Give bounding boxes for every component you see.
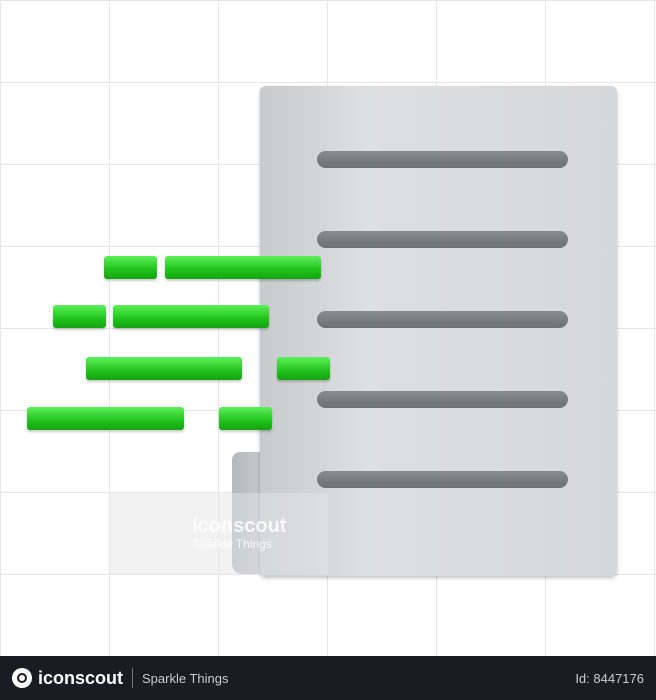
- green-bar: [277, 357, 330, 380]
- text-line: [317, 471, 568, 488]
- text-line: [317, 391, 568, 408]
- watermark: iconscout Sparkle Things: [110, 493, 328, 575]
- green-bar: [219, 407, 272, 430]
- green-bar: [104, 256, 157, 279]
- green-bar: [86, 357, 242, 380]
- text-line: [317, 151, 568, 168]
- watermark-brand: iconscout: [192, 515, 287, 537]
- green-bar: [165, 256, 321, 279]
- text-line: [317, 231, 568, 248]
- green-bar: [113, 305, 269, 328]
- footer-brand[interactable]: iconscout: [38, 668, 123, 689]
- footer-bar: iconscout Sparkle Things Id: 8447176: [0, 656, 656, 700]
- text-line: [317, 311, 568, 328]
- watermark-subtitle: Sparkle Things: [192, 537, 272, 551]
- iconscout-logo-icon: [12, 668, 32, 688]
- asset-id: Id: 8447176: [575, 670, 644, 686]
- green-bar: [53, 305, 106, 328]
- footer-author[interactable]: Sparkle Things: [142, 671, 228, 686]
- green-bar: [27, 407, 184, 430]
- divider: [132, 668, 134, 688]
